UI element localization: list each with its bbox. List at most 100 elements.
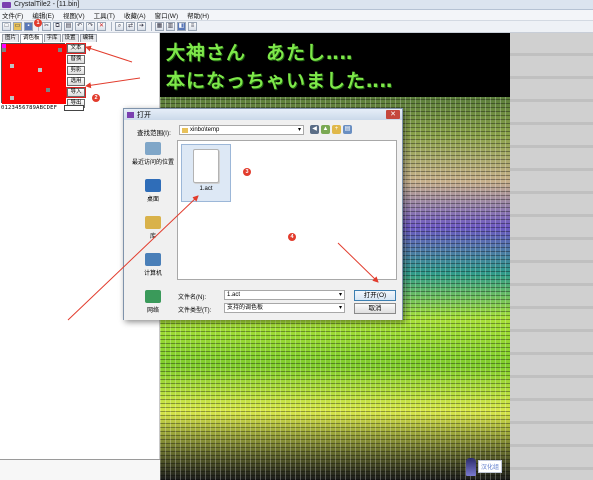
look-in-select[interactable]: xinbo\temp ▾ bbox=[179, 125, 304, 135]
panel-tabs: 图片 调色板 字库 设置 编辑 bbox=[2, 34, 98, 43]
file-icon bbox=[193, 149, 219, 183]
select-button[interactable]: 选用 bbox=[67, 77, 85, 86]
place-computer[interactable]: 计算机 bbox=[131, 253, 175, 288]
folder-icon bbox=[182, 128, 188, 133]
tab-edit[interactable]: 编辑 bbox=[79, 34, 97, 42]
text-banner: 大神さん あたし‥‥ 本になっちゃいました‥‥ bbox=[160, 33, 510, 97]
step-badge-2: 2 bbox=[92, 94, 100, 102]
selected-color-swatch bbox=[64, 105, 84, 111]
place-network-label: 网络 bbox=[146, 308, 159, 314]
left-status-bar bbox=[0, 459, 160, 480]
banner-line-1: 大神さん あたし‥‥ bbox=[166, 42, 354, 64]
palette-grid[interactable] bbox=[1, 43, 66, 104]
step-badge-3: 3 bbox=[243, 168, 251, 176]
find-icon[interactable]: ⌕ bbox=[115, 22, 124, 31]
place-library-label: 库 bbox=[149, 234, 156, 240]
undo-icon[interactable]: ↶ bbox=[75, 22, 84, 31]
view-menu-icon[interactable]: ▤ bbox=[343, 125, 352, 134]
window-title: CrystalTile2 - [11.bin] bbox=[14, 1, 80, 8]
tab-settings[interactable]: 设置 bbox=[61, 34, 79, 42]
file-item-name: 1.act bbox=[199, 186, 213, 192]
look-in-label: 查找范围(I): bbox=[137, 130, 171, 137]
tab-image[interactable]: 图片 bbox=[2, 34, 20, 42]
palette-hex-labels: 0123456789ABCDEF bbox=[1, 105, 58, 111]
filename-label: 文件名(N): bbox=[178, 295, 206, 301]
place-network[interactable]: 网络 bbox=[131, 290, 175, 325]
tab-font[interactable]: 字库 bbox=[43, 34, 61, 42]
title-bar: CrystalTile2 - [11.bin] bbox=[0, 0, 593, 10]
dialog-title-bar: 打开 bbox=[124, 109, 402, 120]
back-icon[interactable]: ◀ bbox=[310, 125, 319, 134]
menu-window[interactable]: 窗口(W) bbox=[155, 10, 178, 20]
place-recent-label: 最近访问的位置 bbox=[131, 160, 174, 166]
menu-view[interactable]: 视图(V) bbox=[63, 10, 85, 20]
replace-icon[interactable]: ⇄ bbox=[126, 22, 135, 31]
open-file-dialog: 打开 ✕ 查找范围(I): xinbo\temp ▾ ◀ ▲ + ▤ 最近访问的… bbox=[123, 108, 403, 320]
new-icon[interactable]: □ bbox=[2, 22, 11, 31]
step-badge-4: 4 bbox=[288, 233, 296, 241]
menu-bar: 文件(F) 编辑(E) 视图(V) 工具(T) 收藏(A) 窗口(W) 帮助(H… bbox=[0, 10, 593, 21]
settings-icon[interactable]: ≡ bbox=[188, 22, 197, 31]
grid-icon[interactable]: ▥ bbox=[166, 22, 175, 31]
dialog-nav-icons: ◀ ▲ + ▤ bbox=[310, 125, 354, 134]
place-computer-label: 计算机 bbox=[143, 271, 162, 277]
menu-tools[interactable]: 工具(T) bbox=[94, 10, 115, 20]
look-in-value: xinbo\temp bbox=[190, 127, 220, 133]
chevron-down-icon[interactable]: ▾ bbox=[339, 304, 342, 312]
filetype-value: 支持的调色板 bbox=[227, 305, 264, 311]
copy-icon[interactable]: ⧉ bbox=[53, 22, 62, 31]
chevron-down-icon: ▾ bbox=[297, 127, 301, 133]
tile-view-icon[interactable]: ▦ bbox=[155, 22, 164, 31]
palette-icon[interactable]: ◧ bbox=[177, 22, 186, 31]
library-icon bbox=[145, 216, 161, 229]
tab-palette[interactable]: 调色板 bbox=[20, 34, 43, 43]
place-desktop-label: 桌面 bbox=[146, 197, 159, 203]
toolbar-separator bbox=[151, 22, 152, 31]
canvas-side-strip bbox=[510, 33, 593, 480]
dialog-title: 打开 bbox=[137, 111, 151, 119]
menu-help[interactable]: 帮助(H) bbox=[187, 10, 209, 20]
import-button[interactable]: 导入 bbox=[66, 87, 86, 98]
app-icon bbox=[2, 1, 11, 8]
filename-input[interactable]: 1.act ▾ bbox=[224, 290, 345, 300]
toolbar: □ ▭ ▪ ✂ ⧉ ▤ ↶ ↷ ✕ ⌕ ⇄ ➔ ▦ ▥ ◧ ≡ bbox=[0, 21, 593, 33]
file-list[interactable]: 1.act bbox=[177, 140, 397, 280]
new-folder-icon[interactable]: + bbox=[332, 125, 341, 134]
banner-line-2: 本になっちゃいました‥‥ bbox=[166, 70, 394, 92]
watermark-text: 汉化组 bbox=[478, 460, 503, 473]
chevron-down-icon[interactable]: ▾ bbox=[339, 291, 342, 299]
paste-icon[interactable]: ▤ bbox=[64, 22, 73, 31]
cut-icon[interactable]: ✂ bbox=[42, 22, 51, 31]
silhouette-button[interactable]: 剪影 bbox=[67, 66, 85, 75]
text-button[interactable]: 文本 bbox=[66, 43, 86, 54]
replace-button[interactable]: 替换 bbox=[67, 55, 85, 64]
desktop-icon bbox=[145, 179, 161, 192]
place-desktop[interactable]: 桌面 bbox=[131, 179, 175, 214]
menu-favorites[interactable]: 收藏(A) bbox=[124, 10, 146, 20]
redo-icon[interactable]: ↷ bbox=[86, 22, 95, 31]
open-button[interactable]: 打开(O) bbox=[354, 290, 396, 301]
dialog-body: 查找范围(I): xinbo\temp ▾ ◀ ▲ + ▤ 最近访问的位置 桌面… bbox=[124, 120, 402, 320]
toolbar-separator bbox=[111, 22, 112, 31]
close-icon[interactable]: ✕ bbox=[386, 110, 400, 119]
place-library[interactable]: 库 bbox=[131, 216, 175, 251]
up-folder-icon[interactable]: ▲ bbox=[321, 125, 330, 134]
open-icon[interactable]: ▭ bbox=[13, 22, 22, 31]
network-icon bbox=[145, 290, 161, 303]
palette-swatch[interactable] bbox=[62, 100, 66, 104]
palette-button-column: 文本 替换 剪影 选用 导入 导出 bbox=[66, 43, 86, 110]
dialog-app-icon bbox=[127, 111, 134, 118]
mascot-image bbox=[466, 458, 476, 476]
delete-icon[interactable]: ✕ bbox=[97, 22, 106, 31]
filetype-label: 文件类型(T): bbox=[178, 308, 212, 314]
goto-icon[interactable]: ➔ bbox=[137, 22, 146, 31]
place-recent[interactable]: 最近访问的位置 bbox=[131, 142, 175, 177]
step-badge-1: 1 bbox=[34, 19, 42, 27]
file-item[interactable]: 1.act bbox=[181, 144, 231, 202]
filetype-select[interactable]: 支持的调色板 ▾ bbox=[224, 303, 345, 313]
filename-value: 1.act bbox=[227, 292, 241, 298]
places-bar: 最近访问的位置 桌面 库 计算机 网络 bbox=[131, 140, 175, 314]
cancel-button[interactable]: 取消 bbox=[354, 303, 396, 314]
menu-file[interactable]: 文件(F) bbox=[2, 10, 23, 20]
save-icon[interactable]: ▪ bbox=[24, 22, 33, 31]
